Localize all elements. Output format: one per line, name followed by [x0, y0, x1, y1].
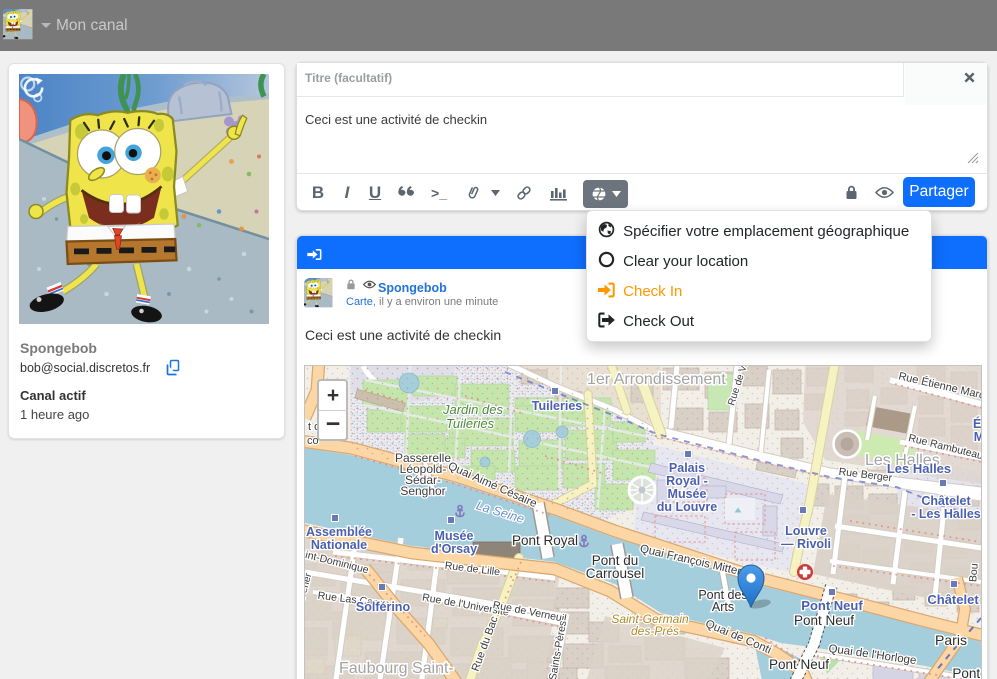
- svg-text:des-Prés: des-Prés: [631, 624, 679, 638]
- svg-text:Paris: Paris: [935, 632, 967, 648]
- svg-text:d'Orsay: d'Orsay: [431, 542, 477, 556]
- svg-text:Tuileries: Tuileries: [446, 416, 495, 431]
- svg-text:Arts: Arts: [712, 600, 734, 614]
- svg-text:Musée: Musée: [435, 529, 474, 543]
- svg-text:Musée: Musée: [668, 487, 707, 501]
- svg-text:Carrousel: Carrousel: [586, 566, 645, 581]
- svg-text:Pont Neuf: Pont Neuf: [769, 657, 829, 672]
- svg-text:Tuileries: Tuileries: [532, 399, 583, 413]
- svg-text:- Les Halles: - Les Halles: [911, 507, 981, 521]
- svg-text:Châtelet: Châtelet: [921, 494, 971, 508]
- svg-text:Louvre: Louvre: [785, 524, 827, 538]
- svg-text:Pont Neuf: Pont Neuf: [801, 598, 863, 613]
- svg-text:Palais: Palais: [669, 461, 705, 475]
- svg-text:Pont Royal: Pont Royal: [512, 533, 578, 548]
- svg-text:Jardin des: Jardin des: [442, 402, 503, 417]
- svg-text:Nationale: Nationale: [311, 538, 367, 552]
- svg-text:1er Arrondissement: 1er Arrondissement: [587, 371, 726, 388]
- svg-text:Éti: Éti: [973, 416, 981, 431]
- svg-text:Châtelet -: Châtelet -: [927, 592, 981, 607]
- svg-text:Bou: Bou: [967, 563, 981, 583]
- svg-text:Senghor: Senghor: [400, 484, 445, 498]
- svg-text:Solférino: Solférino: [356, 600, 411, 614]
- svg-text:Royal -: Royal -: [666, 474, 708, 488]
- svg-text:Assemblée: Assemblée: [306, 525, 372, 539]
- svg-text:— Rivoli: — Rivoli: [781, 537, 831, 551]
- svg-text:du Louvre: du Louvre: [657, 500, 717, 514]
- svg-text:Pont N: Pont N: [952, 666, 981, 679]
- svg-text:Les Halles: Les Halles: [887, 461, 951, 476]
- svg-text:Faubourg Saint-: Faubourg Saint-: [339, 660, 454, 677]
- svg-text:Pont Neuf: Pont Neuf: [794, 613, 854, 628]
- svg-text:M: M: [974, 430, 981, 444]
